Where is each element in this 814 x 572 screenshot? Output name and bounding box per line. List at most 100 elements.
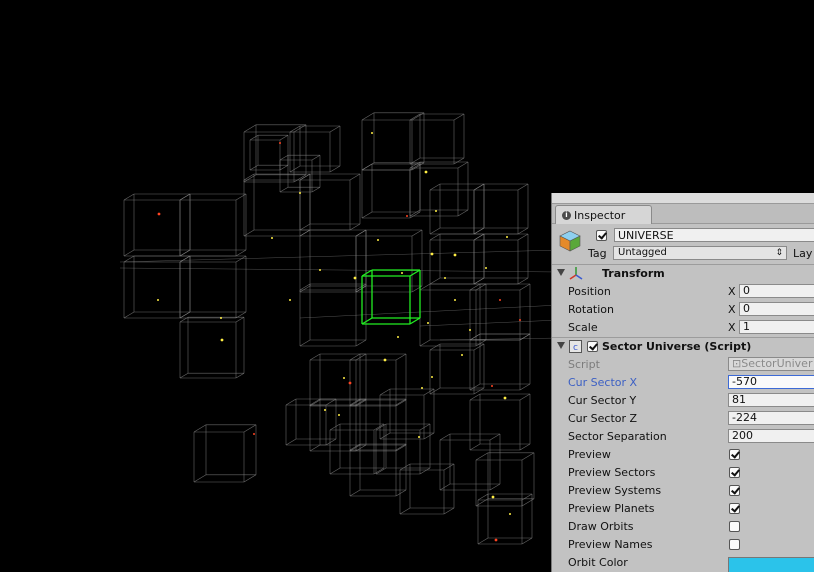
draw-orbits-label: Draw Orbits [568,520,634,533]
sector-cube [473,183,529,235]
star-point [491,495,495,499]
sector-separation-label: Sector Separation [568,430,667,443]
sector-cube [409,113,465,165]
star-point [509,513,511,515]
foldout-arrow-icon[interactable] [557,342,565,349]
sector-cube [379,388,435,440]
dropdown-arrow-icon: ⇕ [775,248,783,258]
star-point [430,252,434,256]
orbit-color-swatch[interactable] [728,557,814,572]
preview-sectors-row: Preview Sectors [552,464,814,482]
script-object-value: SectorUniver [741,357,813,370]
preview-systems-label: Preview Systems [568,484,662,497]
sector-cube [309,353,367,407]
sector-cube [361,163,421,219]
rotation-x-field[interactable]: 0 [739,302,814,316]
star-point [431,376,433,378]
sector-separation-row: Sector Separation 200 [552,428,814,446]
tab-inspector[interactable]: i Inspector [555,205,652,224]
tab-inspector-label: Inspector [574,208,626,222]
star-point [383,358,387,362]
orbit-color-label: Orbit Color [568,556,628,569]
gameobject-header: UNIVERSE Tag Untagged ⇕ Lay [552,224,814,264]
star-point [289,299,291,301]
star-point [491,385,493,387]
gameobject-active-checkbox[interactable] [596,230,607,241]
star-point [397,336,399,338]
script-icon: c [569,340,582,353]
scale-x-field[interactable]: 1 [739,320,814,334]
sector-grid-line [119,267,561,273]
foldout-arrow-icon[interactable] [557,269,565,276]
star-point [499,299,501,301]
sector-universe-component-header[interactable]: c Sector Universe (Script) [552,337,814,356]
preview-systems-checkbox[interactable] [729,485,740,496]
preview-names-row: Preview Names [552,536,814,554]
preview-names-checkbox[interactable] [729,539,740,550]
preview-planets-label: Preview Planets [568,502,655,515]
component-enabled-checkbox[interactable] [587,341,598,352]
preview-planets-row: Preview Planets [552,500,814,518]
draw-orbits-checkbox[interactable] [729,521,740,532]
script-file-icon: ⊡ [732,357,742,370]
axis-x-label: X [728,321,736,334]
tag-dropdown[interactable]: Untagged ⇕ [613,246,787,260]
star-point [406,215,408,217]
preview-sectors-label: Preview Sectors [568,466,656,479]
script-label: Script [568,358,600,371]
transform-row-rotation: Rotation X 0 [552,301,814,319]
star-point [506,236,508,238]
cur-sector-z-row: Cur Sector Z -224 [552,410,814,428]
star-point [418,436,420,438]
cur-sector-z-field[interactable]: -224 [728,411,814,425]
script-object-field[interactable]: ⊡SectorUniver [728,357,814,371]
star-point [157,212,161,216]
preview-label: Preview [568,448,611,461]
sector-cube [429,233,485,285]
preview-sectors-checkbox[interactable] [729,467,740,478]
star-point [453,253,457,257]
star-point [427,322,429,324]
selected-sector-cube [361,269,421,325]
tag-label: Tag [588,247,607,260]
cur-sector-x-field[interactable]: -570 [728,375,814,389]
transform-rows: Position X 0 Rotation X 0 Scale X 1 [552,283,814,337]
transform-component-header[interactable]: Transform [552,264,814,283]
preview-names-label: Preview Names [568,538,653,551]
star-point [454,299,456,301]
preview-row: Preview [552,446,814,464]
info-icon: i [562,210,571,220]
star-point [220,317,222,319]
transform-axis-icon [569,267,583,280]
sector-cube [469,333,531,391]
sector-cube [429,183,485,235]
star-point [319,269,321,271]
sector-cube [299,173,361,231]
gameobject-name-field[interactable]: UNIVERSE [614,228,814,242]
sector-separation-field[interactable]: 200 [728,429,814,443]
sector-cube [179,193,247,257]
star-point [435,210,437,212]
sector-cube [179,316,245,379]
star-point [519,319,521,321]
sector-cube [349,398,407,452]
draw-orbits-row: Draw Orbits [552,518,814,536]
cur-sector-x-label: Cur Sector X [568,376,638,389]
star-point [353,276,357,280]
sector-cube [355,229,423,293]
sector-cube [419,283,487,347]
position-x-field[interactable]: 0 [739,284,814,298]
star-point [424,170,428,174]
cur-sector-y-row: Cur Sector Y 81 [552,392,814,410]
preview-checkbox[interactable] [729,449,740,460]
cur-sector-y-field[interactable]: 81 [728,393,814,407]
sector-cube [473,233,529,285]
star-point [253,433,255,435]
star-point [343,377,345,379]
preview-planets-checkbox[interactable] [729,503,740,514]
sector-cube [399,463,455,515]
cur-sector-x-row: Cur Sector X -570 [552,374,814,392]
gameobject-cube-icon [559,230,581,252]
star-point [279,142,281,144]
star-point [271,237,273,239]
